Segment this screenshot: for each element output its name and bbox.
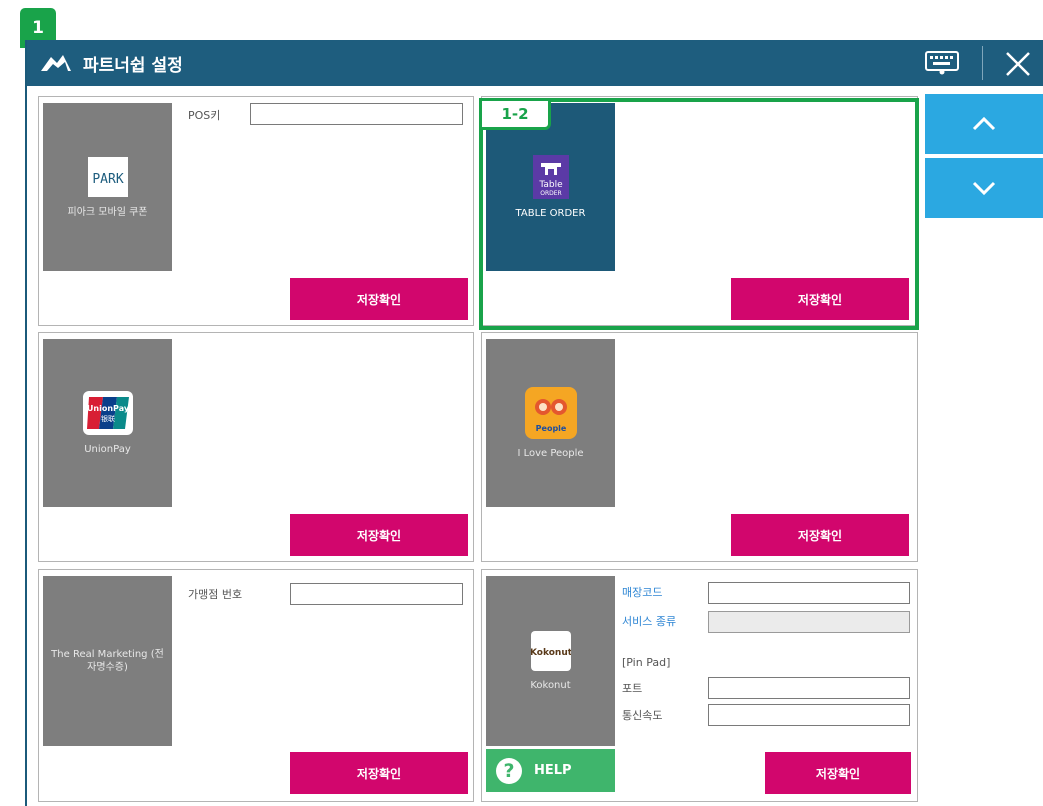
svg-text:UnionPay: UnionPay [86, 404, 129, 413]
unionpay-tile: UnionPay 银联 UnionPay [43, 339, 172, 507]
park-name: 피아크 모바일 쿠폰 [67, 206, 148, 218]
i-love-people-logo-icon: People [524, 386, 577, 439]
svg-text:Kokonut: Kokonut [531, 648, 571, 658]
highlight-tag: 1-2 [479, 98, 551, 130]
partner-card-unionpay: UnionPay 银联 UnionPay 저장확인 [38, 332, 474, 562]
partner-card-park: PARK 피아크 모바일 쿠폰 POS키 저장확인 [38, 96, 474, 326]
merchant-number-label: 가맹점 번호 [188, 588, 243, 601]
kokonut-logo-icon: Kokonut [530, 630, 571, 671]
help-label: HELP [534, 763, 572, 778]
park-tile: PARK 피아크 모바일 쿠폰 [43, 103, 172, 271]
title-separator [982, 46, 983, 80]
baud-rate-input[interactable] [708, 704, 910, 726]
svg-text:银联: 银联 [101, 414, 115, 423]
baud-rate-label: 통신속도 [622, 709, 663, 722]
real-marketing-save-button[interactable]: 저장확인 [290, 752, 468, 794]
pos-key-input[interactable] [250, 103, 463, 125]
chevron-up-icon [972, 116, 996, 131]
keyboard-icon[interactable] [925, 51, 959, 75]
real-marketing-tile: The Real Marketing (전자명수증) [43, 576, 172, 746]
highlight-frame [479, 98, 919, 330]
i-love-people-tile: People I Love People [486, 339, 615, 507]
i-love-people-name: I Love People [517, 447, 584, 459]
svg-text:PARK: PARK [92, 172, 123, 187]
unionpay-save-button[interactable]: 저장확인 [290, 514, 468, 556]
pin-pad-label: [Pin Pad] [622, 656, 671, 669]
scroll-down-button[interactable] [925, 158, 1043, 218]
partner-card-i-love-people: People I Love People 저장확인 [481, 332, 918, 562]
kokonut-tile: Kokonut Kokonut [486, 576, 615, 746]
scroll-up-button[interactable] [925, 94, 1043, 154]
title-bar: 파트너쉽 설정 [27, 40, 1043, 86]
port-label: 포트 [622, 682, 643, 695]
chevron-down-icon [972, 181, 996, 196]
real-marketing-name: The Real Marketing (전자명수증) [51, 649, 164, 673]
partner-card-real-marketing: The Real Marketing (전자명수증) 가맹점 번호 저장확인 [38, 569, 474, 802]
window-title: 파트너쉽 설정 [83, 56, 183, 76]
handshake-logo-icon [41, 55, 71, 71]
close-icon[interactable] [1003, 49, 1033, 79]
park-logo-icon: PARK [87, 156, 128, 197]
kokonut-name: Kokonut [530, 679, 571, 691]
merchant-number-input[interactable] [290, 583, 463, 605]
store-code-label: 매장코드 [622, 586, 663, 599]
pos-key-label: POS키 [188, 109, 221, 122]
help-button[interactable]: ? HELP [486, 749, 615, 792]
question-icon: ? [496, 757, 522, 784]
kokonut-save-button[interactable]: 저장확인 [765, 752, 911, 794]
service-type-field [708, 611, 910, 633]
i-love-people-save-button[interactable]: 저장확인 [731, 514, 909, 556]
store-code-input[interactable] [708, 582, 910, 604]
port-input[interactable] [708, 677, 910, 699]
unionpay-logo-icon: UnionPay 银联 [82, 390, 133, 435]
park-save-button[interactable]: 저장확인 [290, 278, 468, 320]
service-type-label: 서비스 종류 [622, 615, 677, 628]
svg-text:People: People [535, 424, 566, 433]
unionpay-name: UnionPay [84, 443, 131, 455]
